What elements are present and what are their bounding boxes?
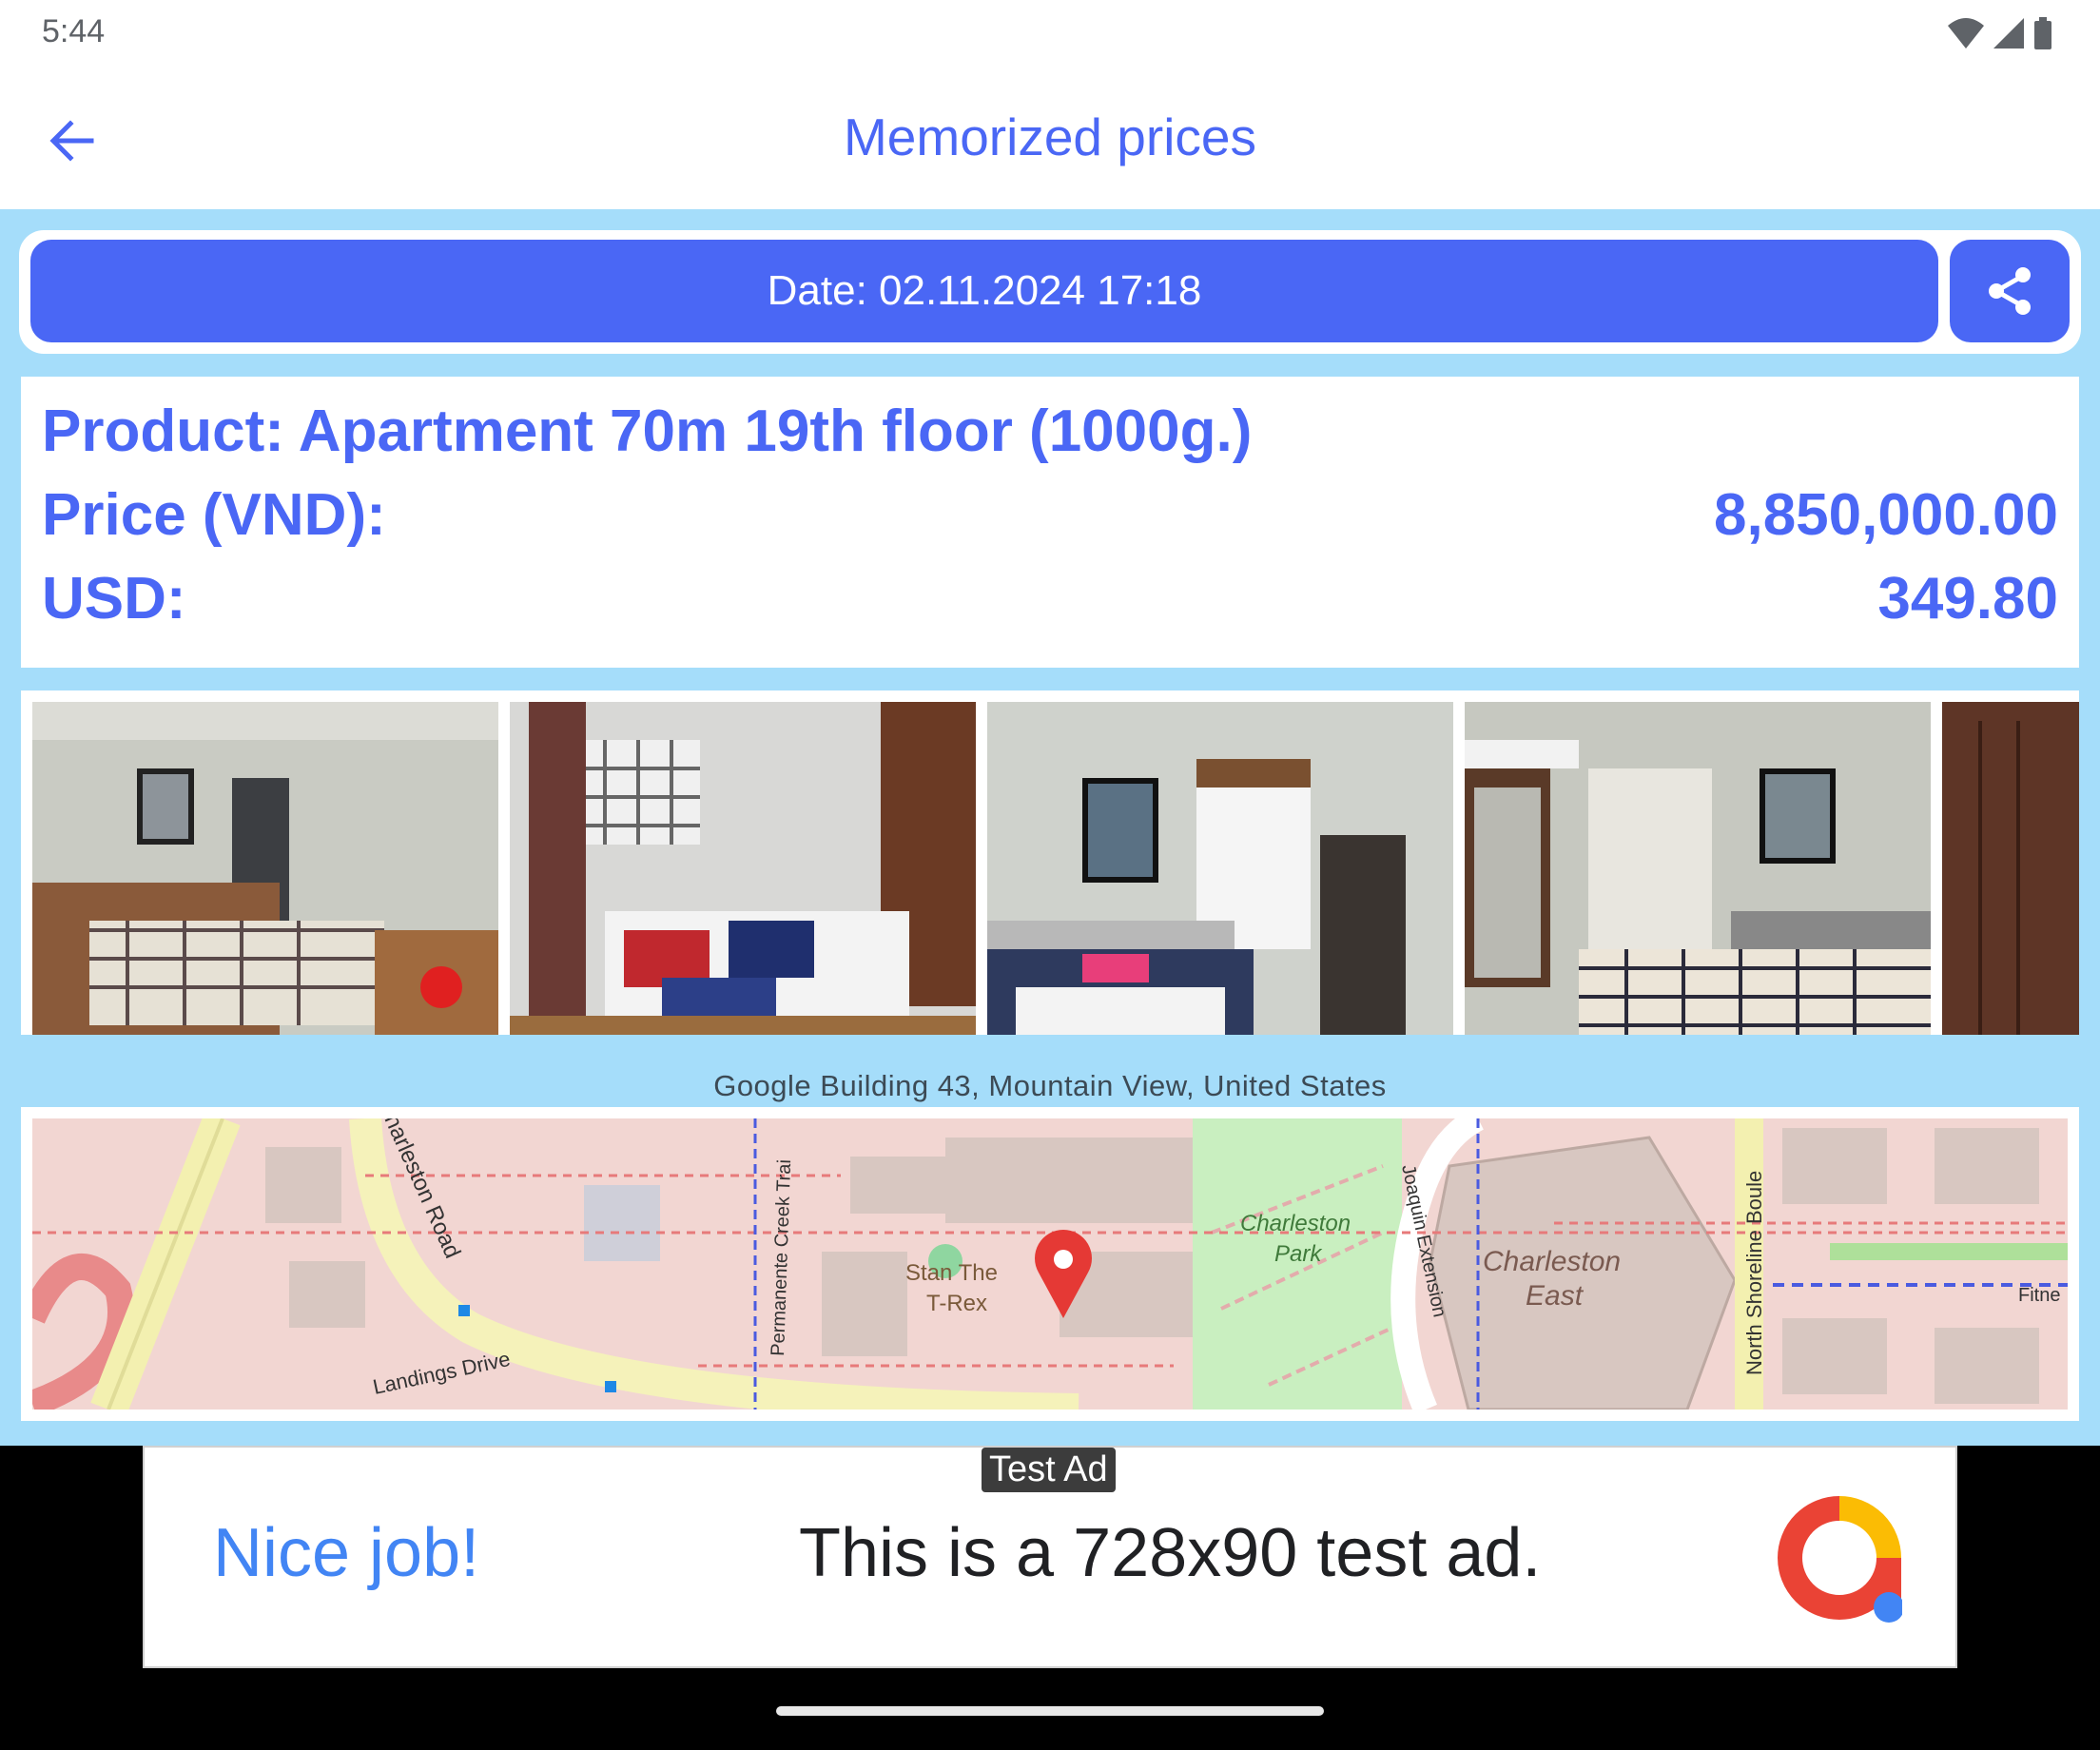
date-button[interactable]: Date: 02.11.2024 17:18 xyxy=(30,240,1938,342)
map-card: harleston Road Landings Drive Permanente… xyxy=(21,1107,2079,1421)
product-row: Product: Apartment 70m 19th floor (1000g… xyxy=(42,398,2058,465)
share-button[interactable] xyxy=(1950,240,2070,342)
home-indicator[interactable] xyxy=(776,1706,1324,1716)
map-label: North Shoreline Boule xyxy=(1742,1171,1766,1375)
ad-banner-area: Nice job! This is a 728x90 test ad. Test… xyxy=(0,1446,2100,1750)
main-content: Date: 02.11.2024 17:18 Product: Apartmen… xyxy=(0,209,2100,1446)
price-value: 8,850,000.00 xyxy=(1713,482,2058,548)
photo-thumbnail[interactable] xyxy=(1942,702,2079,1035)
product-info-card: Product: Apartment 70m 19th floor (1000g… xyxy=(21,377,2079,668)
wifi-icon xyxy=(1948,18,1984,49)
map-label: Stan The xyxy=(905,1260,998,1286)
photo-thumbnail[interactable] xyxy=(510,702,976,1035)
map-label: Fitne xyxy=(2018,1285,2060,1306)
ad-headline: Nice job! xyxy=(213,1515,480,1591)
date-card: Date: 02.11.2024 17:18 xyxy=(19,230,2081,354)
photo-thumbnail[interactable] xyxy=(32,702,498,1035)
map-label: Charleston xyxy=(1240,1211,1351,1236)
location-address: Google Building 43, Mountain View, Unite… xyxy=(713,1069,1387,1102)
map-label: East xyxy=(1526,1280,1585,1312)
page-title: Memorized prices xyxy=(843,107,1256,166)
share-icon xyxy=(1989,267,2031,315)
map-label: T-Rex xyxy=(926,1291,987,1316)
status-bar: 5:44 xyxy=(0,0,2100,72)
status-time: 5:44 xyxy=(42,13,106,49)
usd-row: USD: 349.80 xyxy=(42,565,2058,632)
price-label: Price (VND): xyxy=(42,482,386,548)
usd-label: USD: xyxy=(42,566,186,632)
usd-value: 349.80 xyxy=(1877,566,2058,632)
product-label: Product: Apartment 70m 19th floor (1000g… xyxy=(42,399,1253,464)
photo-thumbnail[interactable] xyxy=(1465,702,1931,1035)
adsense-logo xyxy=(1778,1496,1902,1623)
app-bar: Memorized prices xyxy=(0,72,2100,209)
status-icons xyxy=(1948,17,2052,49)
photo-thumbnail[interactable] xyxy=(987,702,1453,1035)
signal-icon xyxy=(1993,18,2024,49)
photo-gallery[interactable] xyxy=(21,690,2079,1035)
location-map[interactable]: harleston Road Landings Drive Permanente… xyxy=(32,1118,2068,1410)
ad-body: This is a 728x90 test ad. xyxy=(799,1515,1542,1591)
price-row: Price (VND): 8,850,000.00 xyxy=(42,481,2058,549)
map-label: Park xyxy=(1274,1241,1323,1267)
map-label: Charleston xyxy=(1483,1246,1621,1277)
battery-icon xyxy=(2034,17,2051,49)
test-ad-badge: Test Ad xyxy=(982,1448,1116,1492)
date-label: Date: 02.11.2024 17:18 xyxy=(767,267,1202,314)
